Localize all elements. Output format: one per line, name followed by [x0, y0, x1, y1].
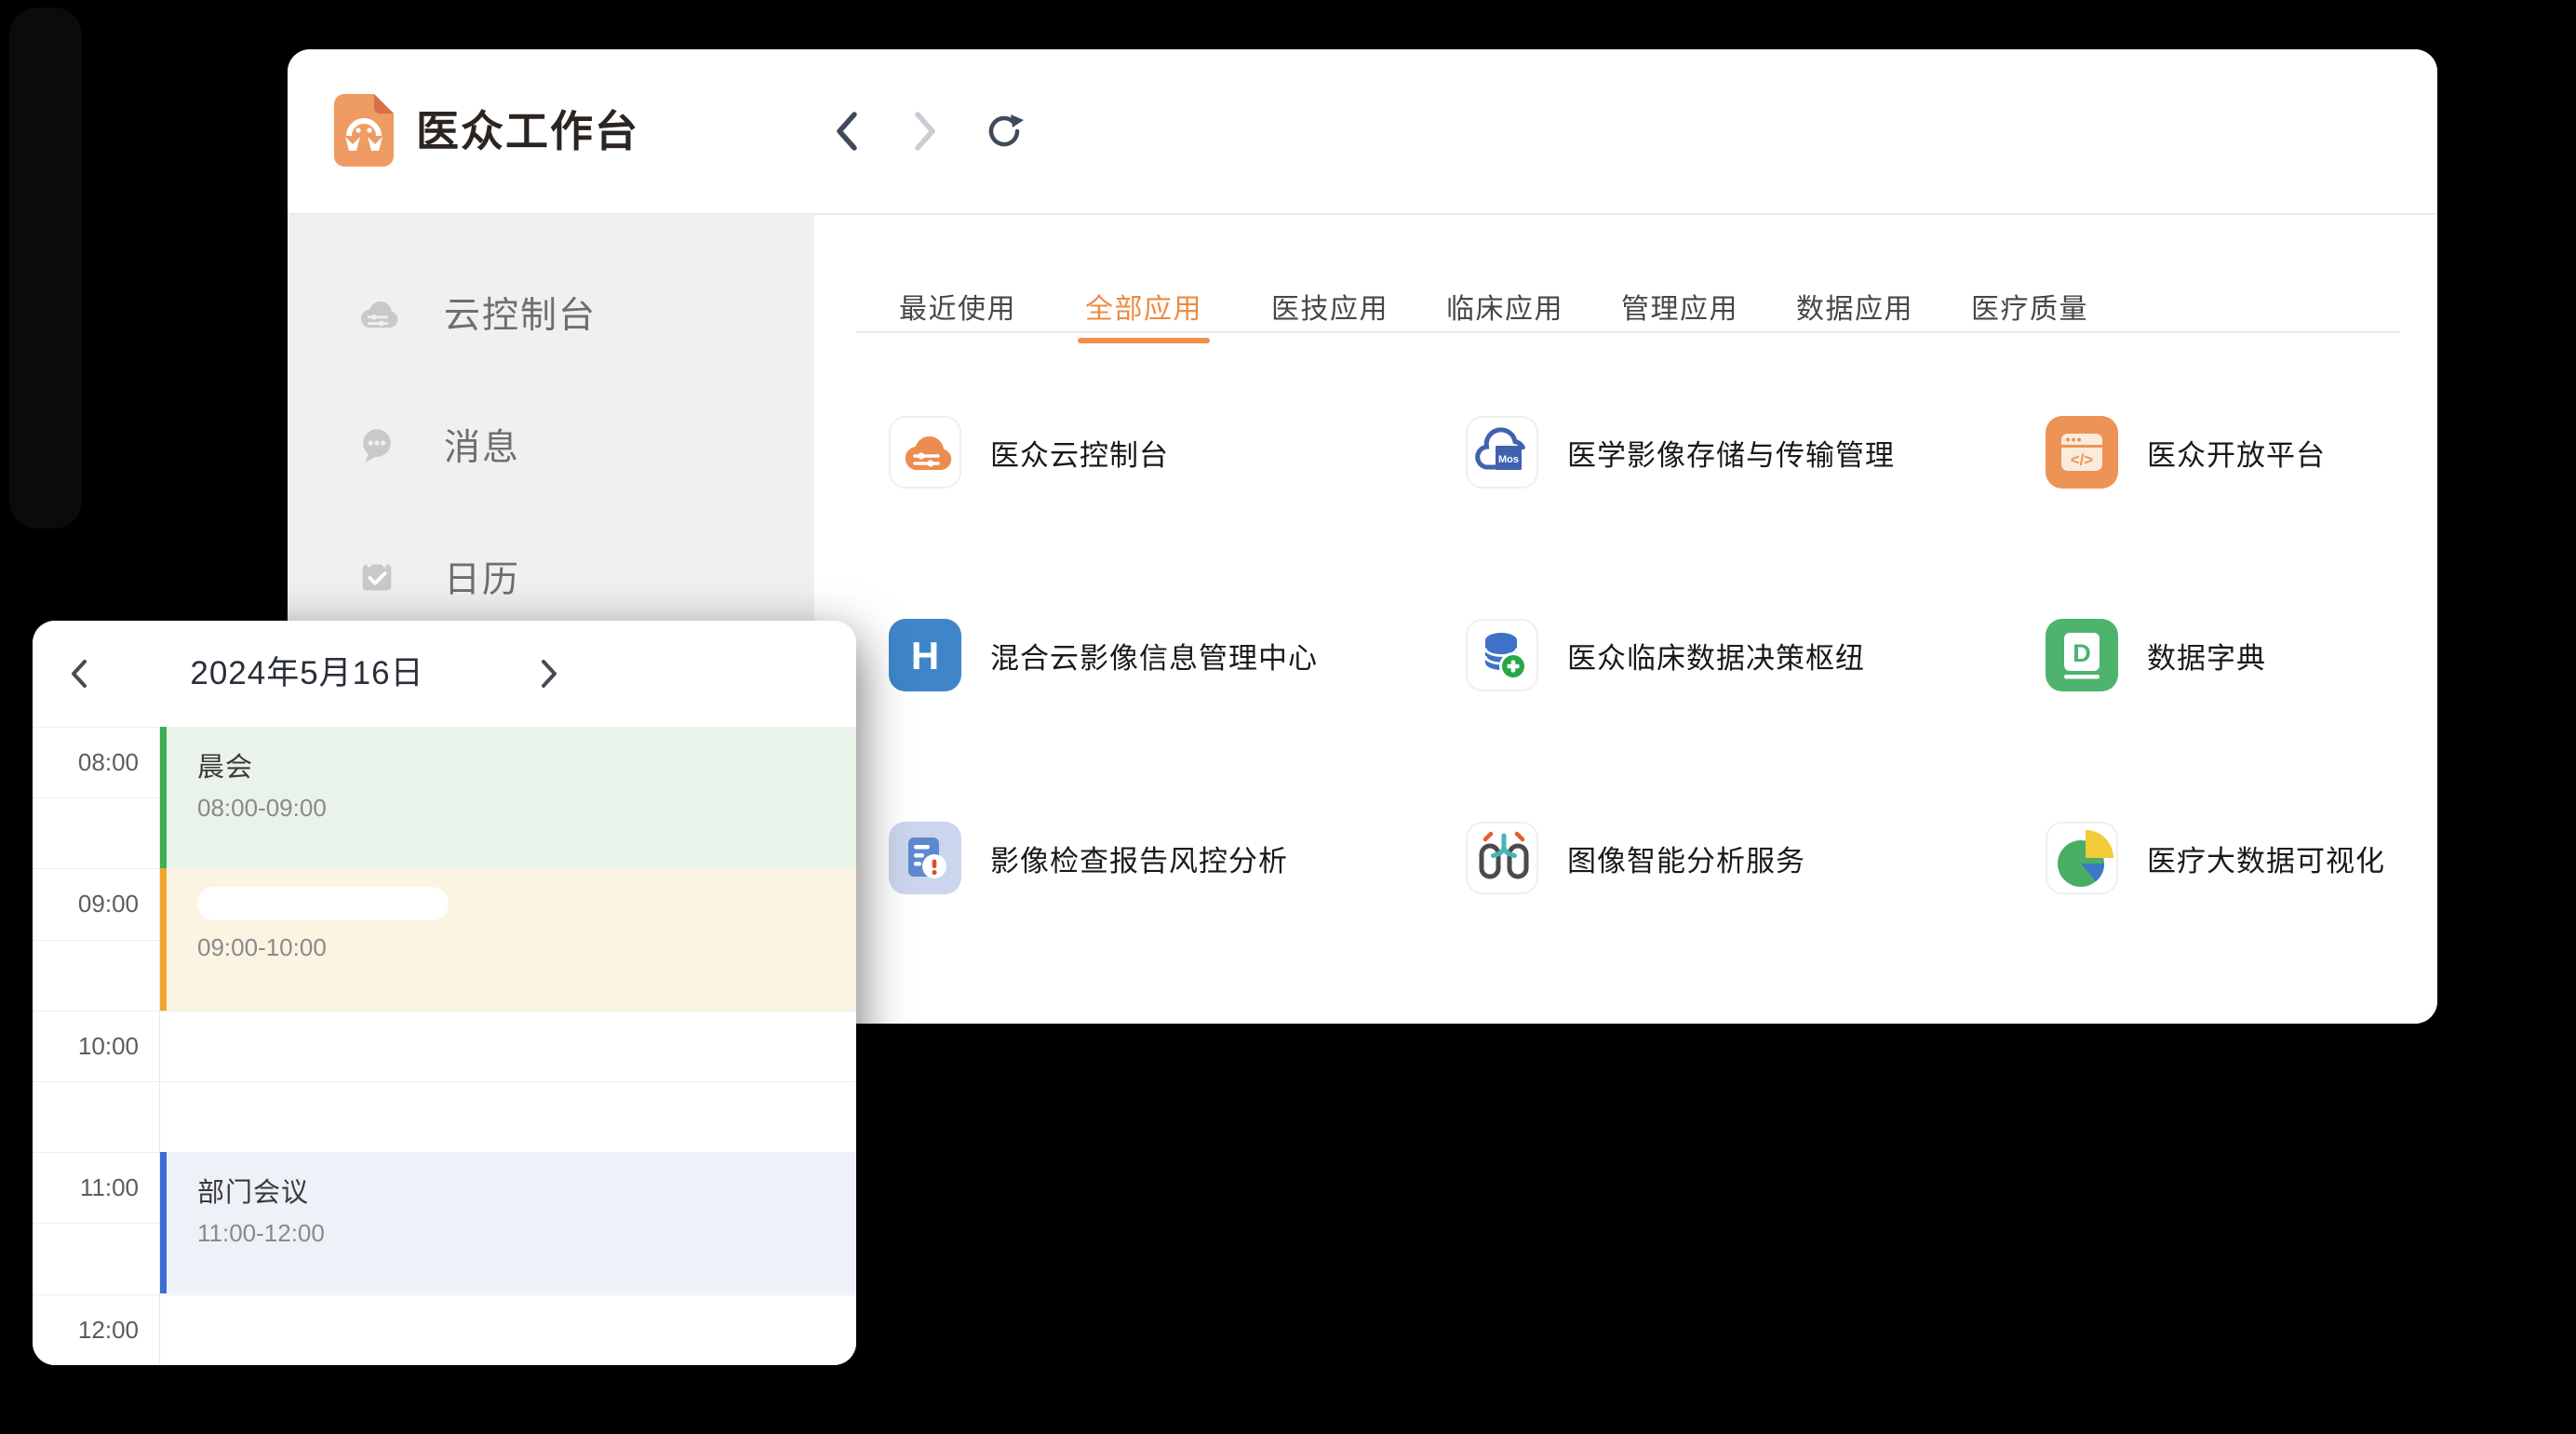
- app-open-platform[interactable]: </> 医众开放平台: [2046, 416, 2385, 489]
- event-morning-meeting[interactable]: 晨会 08:00-09:00: [160, 727, 856, 868]
- database-plus-icon: [1466, 619, 1538, 691]
- redacted-event-title: [197, 887, 449, 920]
- app-label: 医众云控制台: [990, 432, 1169, 474]
- back-button[interactable]: [822, 49, 874, 213]
- app-imaging-storage[interactable]: Mos 医学影像存储与传输管理: [1466, 416, 2046, 489]
- sidebar-item-calendar[interactable]: 日历: [288, 534, 814, 620]
- sidebar-item-messages[interactable]: 消息: [288, 402, 814, 488]
- tab-bar: 最近使用 全部应用 医技应用 临床应用 管理应用 数据应用 医疗质量: [899, 286, 2088, 340]
- chevron-right-icon: [908, 109, 940, 154]
- calendar-day-grid: 08:00 09:00 10:00 11:00 12:00 晨会 08:00-0…: [33, 727, 856, 1365]
- refresh-icon: [980, 107, 1028, 155]
- tab-data[interactable]: 数据应用: [1796, 286, 1913, 340]
- chevron-right-icon: [537, 657, 561, 690]
- tab-management[interactable]: 管理应用: [1621, 286, 1738, 340]
- half-hour-row: [33, 1081, 856, 1152]
- cloud-mos-icon: Mos: [1466, 416, 1538, 489]
- time-label: 12:00: [33, 1294, 139, 1365]
- app-label: 医众开放平台: [2147, 432, 2326, 474]
- window-header: 医众工作台: [288, 49, 2437, 215]
- app-title: 医众工作台: [416, 49, 639, 213]
- app-label: 数据字典: [2147, 635, 2266, 677]
- calendar-check-icon: [356, 556, 398, 598]
- event-title: 晨会: [197, 745, 856, 784]
- message-bubble-icon: [356, 423, 398, 466]
- app-label: 混合云影像信息管理中心: [990, 635, 1318, 677]
- svg-text:Mos: Mos: [1498, 454, 1519, 465]
- event-department-meeting[interactable]: 部门会议 11:00-12:00: [160, 1152, 856, 1293]
- app-clinical-data-hub[interactable]: 医众临床数据决策枢纽: [1466, 619, 2046, 691]
- app-label: 医疗大数据可视化: [2147, 838, 2385, 879]
- app-label: 医众临床数据决策枢纽: [1567, 635, 1865, 677]
- prev-day-button[interactable]: [51, 621, 107, 727]
- half-hour-row: [33, 1294, 856, 1365]
- app-logo-icon: [333, 93, 395, 168]
- time-label: 09:00: [33, 868, 139, 939]
- calendar-header: 2024年5月16日: [33, 621, 856, 728]
- event-redacted[interactable]: 09:00-10:00: [160, 868, 856, 1011]
- sidebar-item-label: 日历: [444, 551, 520, 603]
- chevron-left-icon: [67, 657, 91, 690]
- document-alert-icon: [889, 822, 961, 894]
- svg-text:</>: </>: [2071, 451, 2094, 469]
- calendar-date-label: 2024年5月16日: [172, 621, 442, 727]
- app-label: 图像智能分析服务: [1567, 838, 1805, 879]
- event-time: 08:00-09:00: [197, 794, 856, 823]
- code-window-icon: </>: [2046, 416, 2118, 489]
- app-bigdata-visualization[interactable]: 医疗大数据可视化: [2046, 822, 2385, 894]
- tab-quality[interactable]: 医疗质量: [1971, 286, 2088, 340]
- app-data-dictionary[interactable]: D 数据字典: [2046, 619, 2385, 691]
- event-time: 09:00-10:00: [197, 933, 856, 962]
- sidebar-item-label: 云控制台: [444, 287, 597, 339]
- pie-chart-icon: [2046, 822, 2118, 894]
- calendar-panel: 2024年5月16日 08:00 09:00 10:00 11:00 12:00…: [33, 621, 856, 1365]
- tab-all-apps[interactable]: 全部应用: [1085, 286, 1202, 340]
- dictionary-book-icon: D: [2046, 619, 2118, 691]
- sidebar-item-cloud-console[interactable]: 云控制台: [288, 270, 814, 355]
- background-window-edge: [9, 7, 82, 529]
- app-hybrid-cloud-center[interactable]: H 混合云影像信息管理中心: [889, 619, 1466, 691]
- chevron-left-icon: [832, 109, 864, 154]
- svg-text:H: H: [911, 634, 939, 677]
- letter-h-icon: H: [889, 619, 961, 691]
- app-image-ai-service[interactable]: 图像智能分析服务: [1466, 822, 2046, 894]
- app-label: 医学影像存储与传输管理: [1567, 432, 1895, 474]
- sidebar-item-label: 消息: [444, 419, 520, 471]
- app-label: 影像检查报告风控分析: [990, 838, 1288, 879]
- cloud-sliders-icon: [356, 291, 398, 334]
- next-day-button[interactable]: [521, 621, 577, 727]
- svg-text:D: D: [2073, 639, 2091, 667]
- time-label: 11:00: [33, 1152, 139, 1223]
- event-title: 部门会议: [197, 1171, 856, 1210]
- lungs-icon: [1466, 822, 1538, 894]
- tab-recent[interactable]: 最近使用: [899, 286, 1016, 340]
- app-grid: 医众云控制台 Mos 医学影像存储与传输管理: [889, 416, 2385, 1024]
- cloud-sliders-icon: [889, 416, 961, 489]
- refresh-button[interactable]: [978, 49, 1030, 213]
- app-report-risk-analysis[interactable]: 影像检查报告风控分析: [889, 822, 1466, 894]
- content-area: 最近使用 全部应用 医技应用 临床应用 管理应用 数据应用 医疗质量: [814, 213, 2437, 1024]
- half-hour-row: [33, 1011, 856, 1081]
- tab-clinical[interactable]: 临床应用: [1446, 286, 1563, 340]
- time-label: 10:00: [33, 1011, 139, 1081]
- time-label: 08:00: [33, 727, 139, 797]
- app-cloud-console[interactable]: 医众云控制台: [889, 416, 1466, 489]
- event-time: 11:00-12:00: [197, 1219, 856, 1248]
- tab-medtech[interactable]: 医技应用: [1271, 286, 1389, 340]
- forward-button[interactable]: [898, 49, 950, 213]
